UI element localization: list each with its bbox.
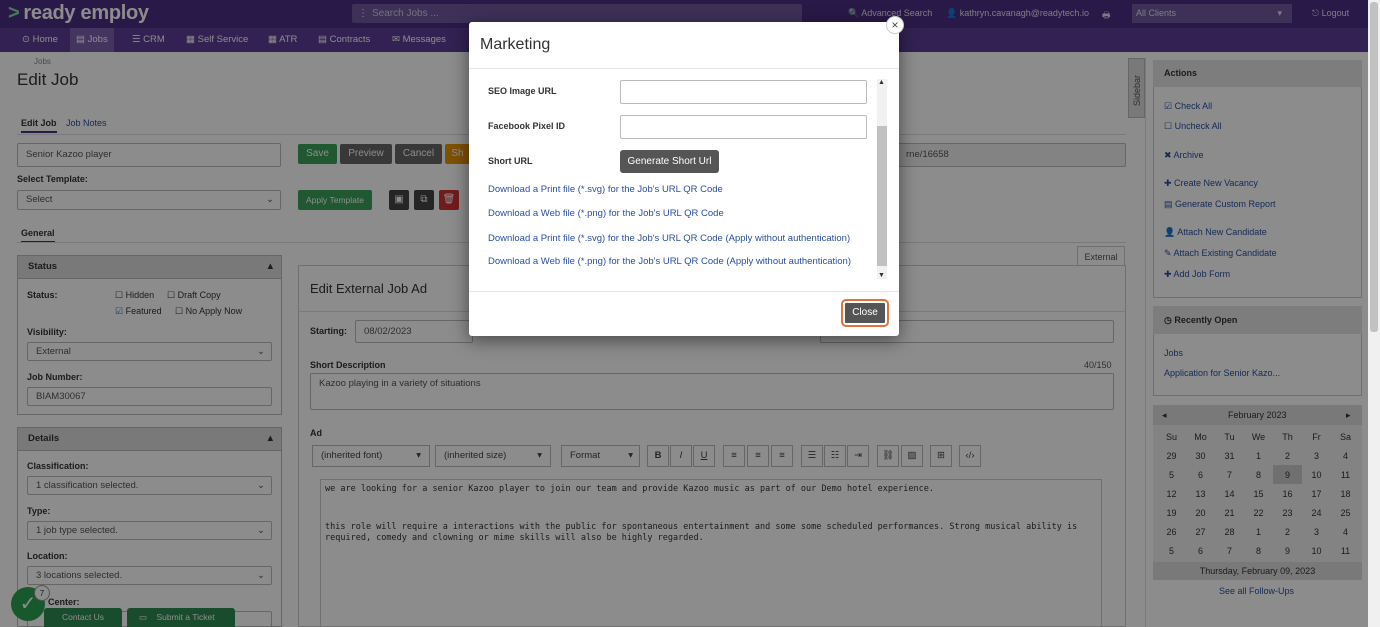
divider <box>469 291 899 292</box>
short-url-label: Short URL <box>488 156 533 166</box>
close-button[interactable]: Close <box>843 301 887 325</box>
facebook-pixel-id-label: Facebook Pixel ID <box>488 121 566 131</box>
download-web-qr-link[interactable]: Download a Web file (*.png) for the Job'… <box>488 208 724 219</box>
generate-short-url-button[interactable]: Generate Short Url <box>620 150 719 173</box>
modal-scrollbar[interactable]: ▲ ▼ <box>877 79 887 279</box>
modal-title: Marketing <box>480 36 551 53</box>
facebook-pixel-id-input[interactable] <box>620 115 867 139</box>
marketing-modal: Marketing × SEO Image URL Facebook Pixel… <box>469 16 904 336</box>
download-print-qr-noauth-link[interactable]: Download a Print file (*.svg) for the Jo… <box>488 233 850 244</box>
seo-image-url-input[interactable] <box>620 80 867 104</box>
download-web-qr-noauth-link[interactable]: Download a Web file (*.png) for the Job'… <box>488 256 851 267</box>
page-scrollbar[interactable] <box>1368 0 1380 627</box>
seo-image-url-label: SEO Image URL <box>488 86 557 96</box>
divider <box>469 68 899 69</box>
download-print-qr-link[interactable]: Download a Print file (*.svg) for the Jo… <box>488 184 723 195</box>
close-icon[interactable]: × <box>886 16 904 34</box>
